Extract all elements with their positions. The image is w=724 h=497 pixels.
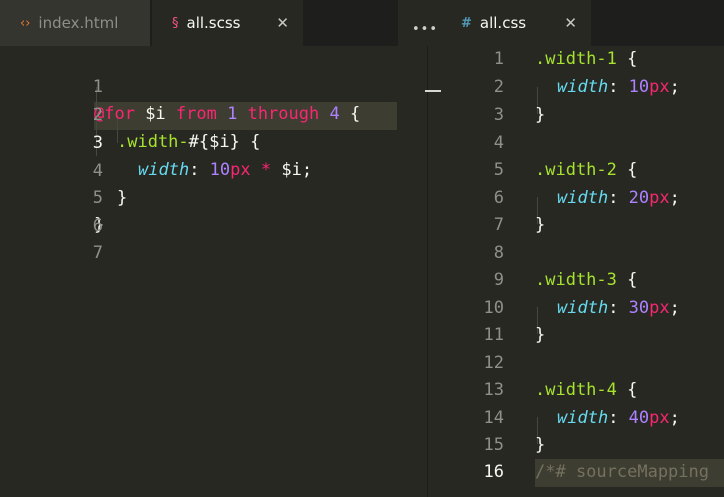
line-number: 2 [493,77,504,97]
line-number: 16 [483,462,504,482]
left-tab-bar: ‹› index.html § all.scss ✕ [0,0,444,46]
close-icon[interactable]: ✕ [276,14,289,32]
code-line: 2 width: 10px; [446,74,724,102]
code-line: 5 .width-2 { [446,157,724,185]
tab-label: all.scss [186,14,241,32]
minimap-marker [425,90,441,92]
code-line: 14 width: 40px; [446,405,724,433]
code-line: 1 .width-1 { [446,46,724,74]
code-line: 10 width: 30px; [446,295,724,323]
code-line: 16/*# sourceMapping [446,459,724,487]
code-line: 7 [0,212,397,263]
code-line: 3} [446,102,724,130]
line-number: 15 [483,435,504,455]
code-line: 12 [446,350,724,378]
code-line: 6 [0,185,397,236]
line-number: 6 [493,188,504,208]
code-line: 13 .width-4 { [446,377,724,405]
line-number: 7 [493,215,504,235]
tab-label: all.css [479,14,527,32]
line-number: 4 [493,133,504,153]
tab-label: index.html [38,14,119,32]
code-line: 1 @for $i from 1 through 4 { [0,46,397,125]
html-icon: ‹› [20,15,31,31]
code-line: 11} [446,322,724,350]
code-line: 5 } [0,157,397,236]
line-number: 7 [92,242,103,263]
pane-separator [427,46,428,497]
code-line: 15} [446,432,724,460]
line-number: 5 [493,160,504,180]
sass-icon: § [172,15,179,31]
line-number: 1 [493,49,504,69]
line-number: 9 [493,270,504,290]
line-number: 3 [493,105,504,125]
tab-all-css[interactable]: # all.css ✕ [446,0,591,46]
right-tab-bar: # all.css ✕ [446,0,724,46]
line-number: 10 [483,298,504,318]
tab-index-html[interactable]: ‹› index.html [0,0,150,46]
line-number: 14 [483,408,504,428]
code-line: 3 width: 10px * $i; [0,102,397,181]
line-number: 13 [483,380,504,400]
code-line: 4 [446,130,724,158]
line-number: 8 [493,243,504,263]
css-editor[interactable]: 1 .width-1 { 2 width: 10px; 3} 4 5 .width-2… [446,46,724,497]
css-icon: # [461,15,472,31]
code-line: 7} [446,212,724,240]
code-line: 9 .width-3 { [446,267,724,295]
code-line: 6 width: 20px; [446,185,724,213]
tab-all-scss[interactable]: § all.scss ✕ [152,0,303,46]
code-line: 4 } [0,130,397,209]
more-icon[interactable]: ••• [412,22,438,37]
code-line: 8 [446,240,724,268]
line-number: 12 [483,353,504,373]
code-line: 2 .width-#{$i} { [0,74,397,153]
line-number: 11 [483,325,504,345]
pane-divider: ••• [398,0,446,497]
scss-editor[interactable]: 1 @for $i from 1 through 4 { 2 .width-#{… [0,46,397,497]
close-icon[interactable]: ✕ [564,14,577,32]
